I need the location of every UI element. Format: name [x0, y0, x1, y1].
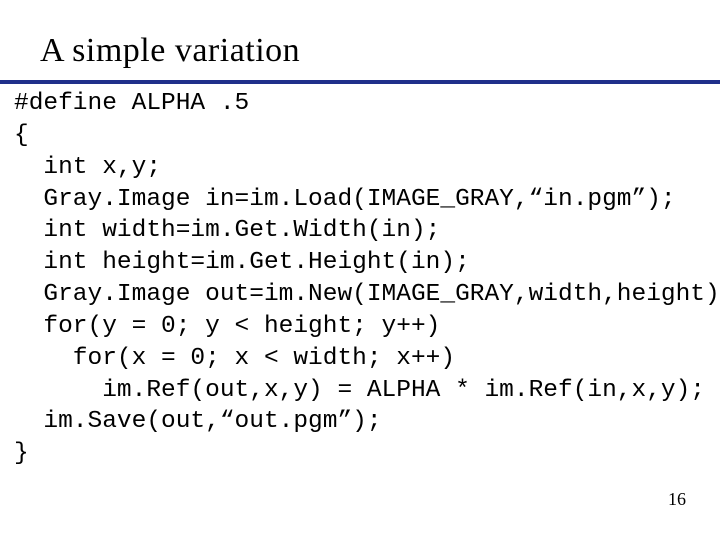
code-line: Gray.Image in=im.Load(IMAGE_GRAY,“in.pgm…	[14, 186, 676, 213]
title-underline	[0, 80, 720, 84]
code-line: int width=im.Get.Width(in);	[14, 217, 440, 244]
code-line: Gray.Image out=im.New(IMAGE_GRAY,width,h…	[14, 281, 720, 308]
code-line: im.Save(out,“out.pgm”);	[14, 408, 382, 435]
slide-title: A simple variation	[40, 32, 300, 70]
code-line: #define ALPHA .5	[14, 90, 249, 117]
code-line: }	[14, 440, 29, 467]
page-number: 16	[668, 489, 686, 510]
code-line: for(x = 0; x < width; x++)	[14, 345, 455, 372]
code-line: int height=im.Get.Height(in);	[14, 249, 470, 276]
code-block: #define ALPHA .5 { int x,y; Gray.Image i…	[14, 88, 720, 470]
code-line: for(y = 0; y < height; y++)	[14, 313, 440, 340]
code-line: im.Ref(out,x,y) = ALPHA * im.Ref(in,x,y)…	[14, 377, 705, 404]
slide: A simple variation #define ALPHA .5 { in…	[0, 0, 720, 540]
code-line: {	[14, 122, 29, 149]
code-line: int x,y;	[14, 154, 161, 181]
